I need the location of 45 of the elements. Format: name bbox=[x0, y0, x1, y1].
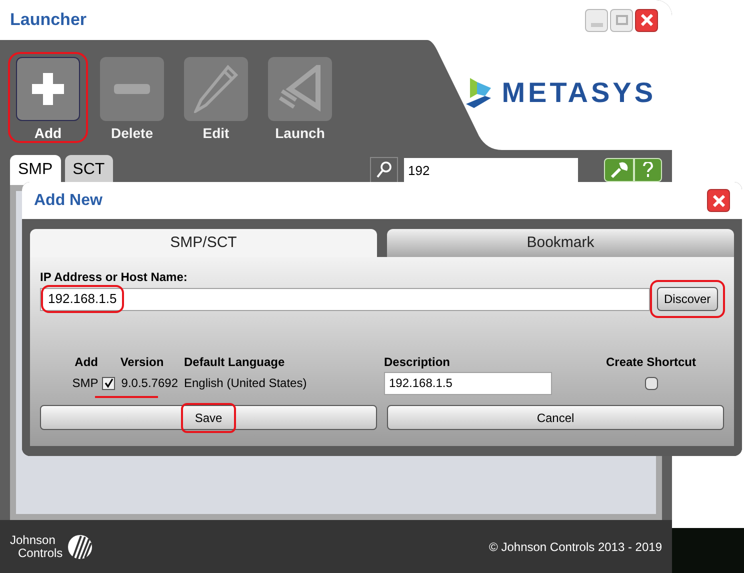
add-checkbox[interactable] bbox=[102, 376, 116, 390]
desktop-background bbox=[672, 528, 744, 573]
help-icon bbox=[643, 162, 653, 178]
column-header: Default Language bbox=[184, 354, 286, 370]
shortcut-checkbox[interactable] bbox=[644, 376, 658, 390]
minus-icon bbox=[114, 84, 150, 94]
version-text: 9.0.5.7692 bbox=[121, 375, 178, 392]
wrench-icon bbox=[610, 161, 628, 179]
ip-label: IP Address or Host Name: bbox=[40, 270, 188, 284]
annotation-ring: 192.168.1.5 bbox=[41, 285, 124, 313]
logo-text: Controls bbox=[17, 546, 63, 560]
copyright-text: © Johnson Controls 2013 - 2019 bbox=[489, 538, 662, 556]
column-header: Create Shortcut bbox=[606, 354, 696, 370]
column-header: Description bbox=[384, 354, 452, 370]
column-header: Add bbox=[74, 354, 99, 370]
pencil-icon bbox=[194, 65, 238, 113]
dialog-button[interactable]: Cancel bbox=[387, 405, 724, 430]
dialog-button[interactable]: Save bbox=[40, 405, 377, 430]
close-button[interactable] bbox=[707, 189, 730, 212]
close-icon bbox=[640, 14, 652, 26]
logo-text: Johnson bbox=[10, 534, 56, 546]
help-button[interactable] bbox=[634, 158, 662, 182]
check-icon bbox=[104, 378, 114, 388]
column-header: Version bbox=[120, 354, 164, 370]
plus-icon bbox=[30, 71, 66, 107]
window-title: Launcher bbox=[10, 9, 87, 32]
tab[interactable]: SMP/SCT bbox=[30, 229, 377, 257]
ip-address-field[interactable]: 192.168.1.5 bbox=[40, 288, 650, 310]
settings-button[interactable] bbox=[604, 158, 634, 182]
description-field[interactable]: 192.168.1.5 bbox=[384, 372, 552, 394]
tab[interactable]: Bookmark bbox=[387, 229, 734, 257]
language-text: English (United States) bbox=[184, 375, 308, 392]
metasys-logo-icon bbox=[466, 78, 494, 108]
row-type: SMP bbox=[72, 375, 98, 392]
search-icon bbox=[376, 161, 392, 179]
discover-button[interactable]: Discover bbox=[657, 287, 718, 311]
logo-text: METASYS bbox=[502, 76, 656, 110]
dialog-title: Add New bbox=[34, 190, 102, 210]
close-icon bbox=[712, 194, 724, 206]
tab[interactable]: SMP bbox=[10, 155, 61, 185]
close-button[interactable] bbox=[635, 8, 658, 32]
launch-icon bbox=[278, 65, 322, 113]
tab[interactable]: SCT bbox=[64, 155, 113, 185]
johnson-controls-logo-icon bbox=[66, 534, 93, 560]
search-field[interactable]: 192 bbox=[404, 158, 578, 182]
